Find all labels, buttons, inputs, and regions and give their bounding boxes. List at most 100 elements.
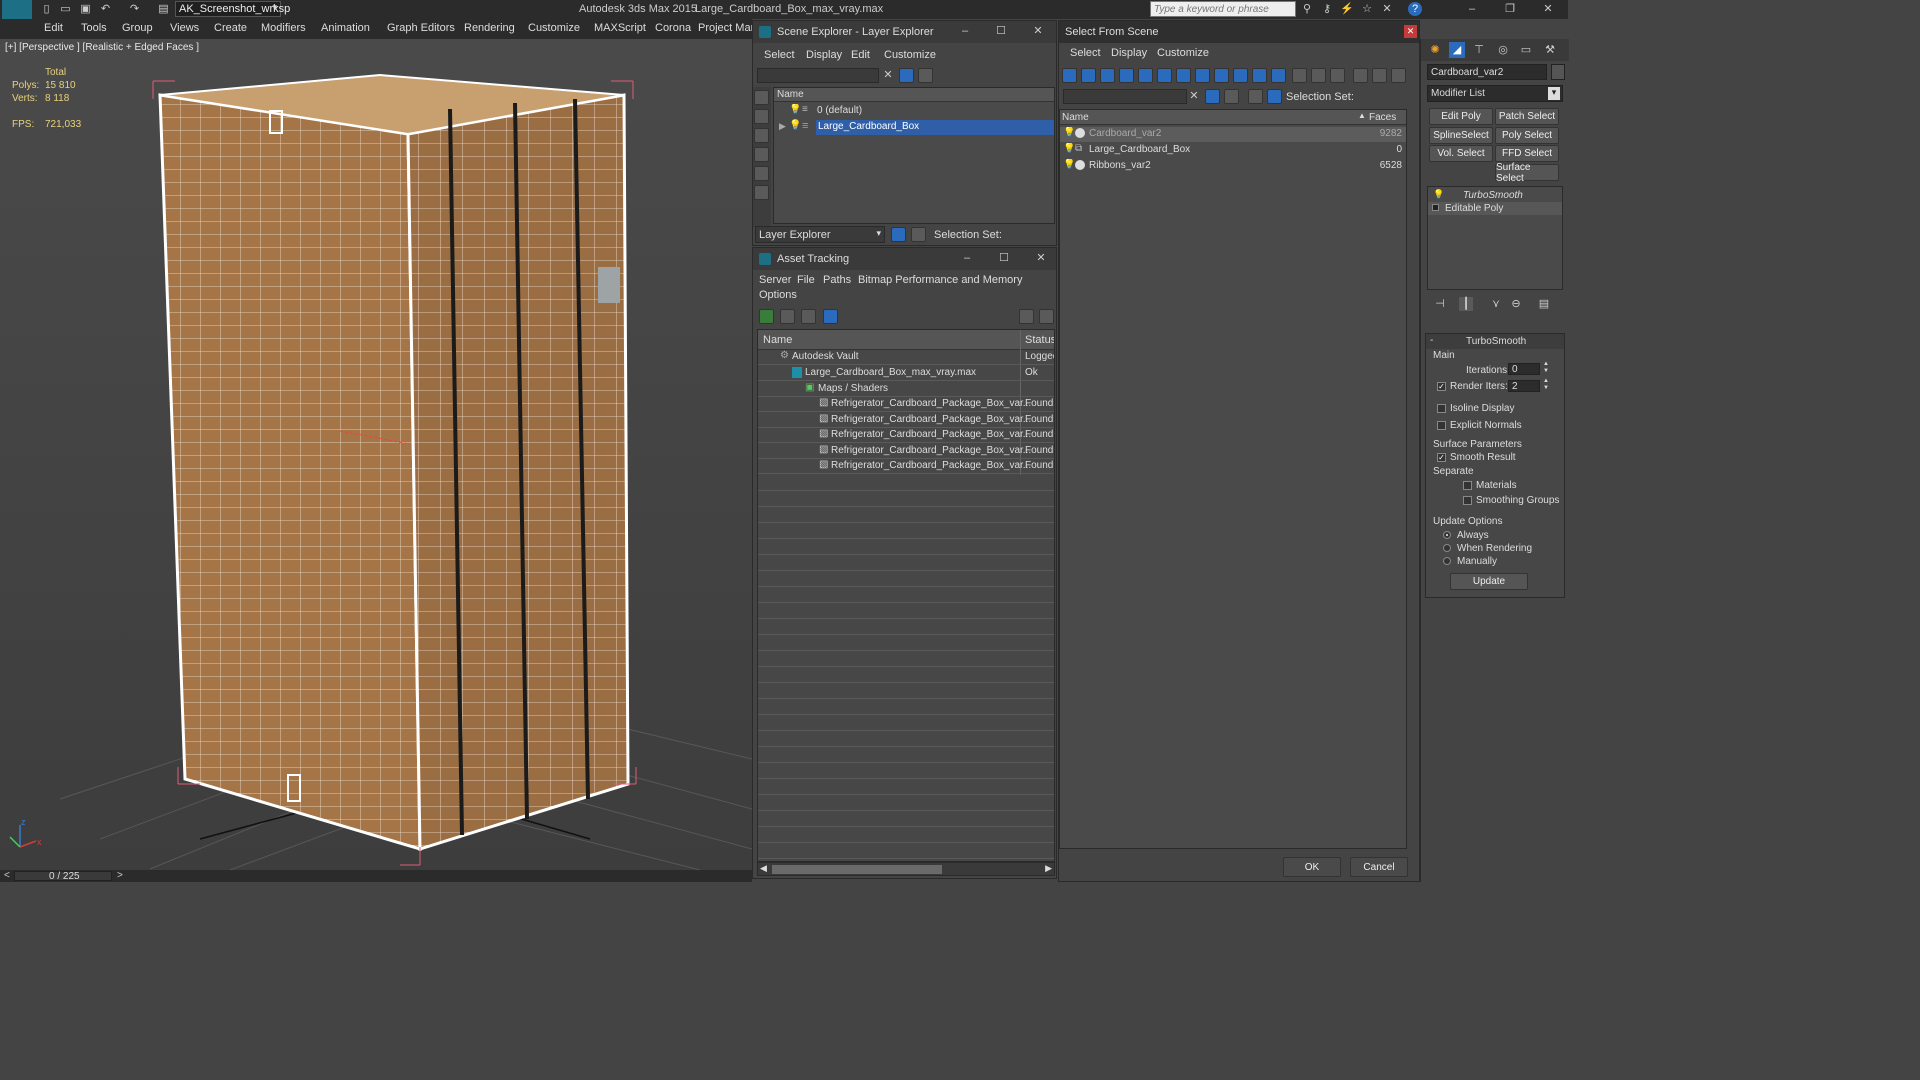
close-icon[interactable]: ✕	[1035, 252, 1047, 264]
utilities-tab-icon[interactable]: ⚒	[1542, 42, 1558, 58]
render-iters-checkbox[interactable]: ✓	[1437, 382, 1446, 391]
light-bulb-icon[interactable]: 💡	[1063, 127, 1075, 138]
menu-graph-editors[interactable]: Graph Editors	[387, 22, 455, 34]
close-icon[interactable]: ✕	[1541, 2, 1555, 16]
object-color-swatch[interactable]	[1551, 64, 1565, 80]
sfs-menu-select[interactable]: Select	[1070, 47, 1101, 59]
layer-explorer-titlebar[interactable]: Scene Explorer - Layer Explorer – ☐ ✕	[753, 21, 1056, 43]
layer-row[interactable]: 💡 ≡ 0 (default)	[774, 104, 1054, 119]
le-menu-display[interactable]: Display	[806, 49, 842, 61]
filter-geometry-icon[interactable]	[1062, 68, 1077, 83]
minimize-icon[interactable]: –	[1465, 2, 1479, 16]
light-bulb-icon[interactable]: 💡	[1063, 159, 1075, 170]
open-file-icon[interactable]: ▭	[59, 3, 72, 16]
workspace-dropdown[interactable]: AK_Screenshot_wrksp ▾	[175, 1, 290, 17]
display-shapes-icon[interactable]	[754, 128, 769, 143]
manually-radio[interactable]	[1443, 557, 1451, 565]
scroll-right-icon[interactable]: ▶	[1045, 863, 1052, 874]
ffd-select-button[interactable]: FFD Select	[1495, 145, 1559, 162]
asset-row[interactable]: ⚙ Autodesk Vault Loggec	[758, 350, 1054, 365]
asset-row[interactable]: ▣ Maps / Shaders	[758, 382, 1054, 397]
expand-plus-icon[interactable]	[1432, 204, 1439, 211]
binoculars-icon[interactable]: ⚲	[1300, 3, 1314, 16]
le-footer-dropdown[interactable]: Layer Explorer ▾	[755, 226, 885, 243]
menu-corona[interactable]: Corona	[655, 22, 691, 34]
spinner-arrows-icon[interactable]: ▲ ▼	[1543, 378, 1549, 392]
when-rendering-radio[interactable]	[1443, 544, 1451, 552]
modify-tab-icon[interactable]: ◢	[1449, 42, 1465, 58]
sfs-search-input[interactable]	[1063, 89, 1187, 104]
always-radio[interactable]	[1443, 531, 1451, 539]
maximize-icon[interactable]: ☐	[995, 25, 1007, 37]
explicit-normals-checkbox[interactable]	[1437, 421, 1446, 430]
menu-customize[interactable]: Customize	[528, 22, 580, 34]
project-folder-icon[interactable]: ▤	[157, 3, 170, 16]
filter-frozen-icon[interactable]	[1252, 68, 1267, 83]
sfs-column-header[interactable]: Name ▲ Faces	[1060, 110, 1406, 125]
select-none-icon[interactable]	[1311, 68, 1326, 83]
scroll-left-icon[interactable]: ◀	[760, 863, 767, 874]
filter-containers-icon[interactable]	[1233, 68, 1248, 83]
scroll-thumb[interactable]	[772, 865, 942, 874]
update-button[interactable]: Update	[1450, 573, 1528, 590]
le-menu-edit[interactable]: Edit	[851, 49, 870, 61]
select-invert-icon[interactable]	[1330, 68, 1345, 83]
sort-icon[interactable]	[1372, 68, 1387, 83]
asset-row[interactable]: ▧ Refrigerator_Cardboard_Package_Box_var…	[758, 428, 1054, 443]
asset-row[interactable]: ▧ Refrigerator_Cardboard_Package_Box_var…	[758, 459, 1054, 474]
clear-search-icon[interactable]: ✕	[1188, 90, 1200, 102]
menu-group[interactable]: Group	[122, 22, 153, 34]
clear-search-icon[interactable]: ✕	[882, 69, 894, 81]
collapse-icon[interactable]	[1391, 68, 1406, 83]
layer-add-icon[interactable]	[918, 68, 933, 83]
light-bulb-icon[interactable]: 💡	[1063, 143, 1075, 154]
make-unique-icon[interactable]: ⋎	[1489, 297, 1503, 311]
filter-hidden-icon[interactable]	[1271, 68, 1286, 83]
motion-tab-icon[interactable]: ◎	[1495, 42, 1511, 58]
filter-xrefs-icon[interactable]	[1195, 68, 1210, 83]
poly-select-button[interactable]: Poly Select	[1495, 127, 1559, 144]
filter-shapes-icon[interactable]	[1081, 68, 1096, 83]
menu-rendering[interactable]: Rendering	[464, 22, 515, 34]
le-search-input[interactable]	[757, 68, 879, 83]
menu-tools[interactable]: Tools	[81, 22, 107, 34]
subscription-icon[interactable]: ⚡	[1340, 3, 1354, 16]
sfs-menu-display[interactable]: Display	[1111, 47, 1147, 59]
menu-project-manager[interactable]: Project Man	[698, 22, 752, 34]
light-bulb-icon[interactable]: 💡	[789, 120, 801, 131]
le-menu-select[interactable]: Select	[764, 49, 795, 61]
stack-item-editable-poly[interactable]: Editable Poly	[1428, 202, 1562, 215]
layer-row[interactable]: Large_Cardboard_Box	[816, 120, 1054, 135]
collapse-minus-icon[interactable]: -	[1430, 335, 1433, 346]
patch-select-button[interactable]: Patch Select	[1495, 108, 1559, 125]
hierarchy-mode-icon[interactable]	[911, 227, 926, 242]
help-icon[interactable]	[1019, 309, 1034, 324]
object-row[interactable]: 💡 Cardboard_var2 9282	[1060, 127, 1406, 142]
layer-mode-icon[interactable]	[891, 227, 906, 242]
redo-icon[interactable]: ↷	[128, 3, 141, 16]
ok-button[interactable]: OK	[1283, 857, 1341, 877]
menu-views[interactable]: Views	[170, 22, 199, 34]
close-icon[interactable]: ✕	[1404, 25, 1417, 38]
at-menu-options[interactable]: Options	[759, 289, 797, 301]
smoothing-groups-checkbox[interactable]	[1463, 496, 1472, 505]
filter-spacewarps-icon[interactable]	[1157, 68, 1172, 83]
at-menu-file[interactable]: File	[797, 274, 815, 286]
help-icon[interactable]: ?	[1408, 2, 1422, 16]
spinner-arrows-icon[interactable]: ▲ ▼	[1543, 361, 1549, 375]
display-lights-icon[interactable]	[754, 147, 769, 162]
object-row[interactable]: 💡 Ribbons_var2 6528	[1060, 159, 1406, 174]
expand-arrow-icon[interactable]: ▶	[779, 121, 786, 132]
asset-table-header[interactable]: Name Status	[758, 330, 1054, 350]
surface-select-button[interactable]: Surface Select	[1495, 162, 1559, 184]
le-selection-set[interactable]: Selection Set:	[934, 229, 1002, 241]
filter-groups-icon[interactable]	[1176, 68, 1191, 83]
menu-maxscript[interactable]: MAXScript	[594, 22, 646, 34]
iterations-spinner[interactable]: 0	[1508, 363, 1540, 375]
modifier-list-dropdown[interactable]: Modifier List ▾	[1427, 85, 1563, 102]
minimize-icon[interactable]: –	[961, 252, 973, 264]
hierarchy-icon[interactable]	[1267, 89, 1282, 104]
horizontal-scrollbar[interactable]: ◀ ▶	[757, 862, 1055, 876]
time-slider-track[interactable]: 0 / 225	[14, 871, 112, 882]
sfs-selection-set[interactable]: Selection Set:	[1286, 91, 1354, 103]
